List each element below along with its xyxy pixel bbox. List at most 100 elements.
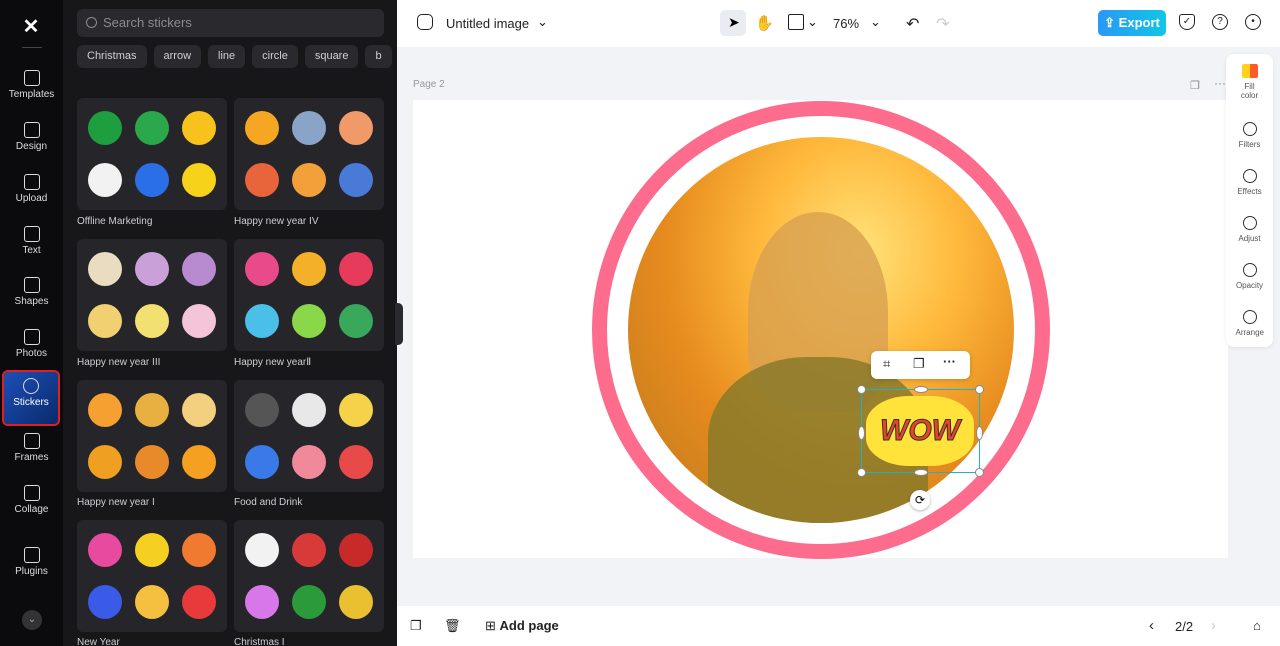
sticker-thumbnail[interactable]: [339, 252, 374, 286]
select-tool-button[interactable]: ➤: [720, 10, 746, 36]
sticker-pack-card[interactable]: [234, 98, 384, 210]
sticker-thumbnail[interactable]: [291, 393, 326, 427]
sticker-thumbnail[interactable]: [134, 111, 169, 145]
sticker-thumbnail[interactable]: [291, 111, 326, 145]
tool-opacity[interactable]: Opacity: [1226, 263, 1273, 290]
previous-page-icon[interactable]: ‹: [1149, 617, 1154, 634]
sticker-thumbnail[interactable]: [87, 304, 122, 338]
cloud-icon[interactable]: [417, 14, 433, 30]
tool-arrange[interactable]: Arrange: [1226, 310, 1273, 337]
sticker-thumbnail[interactable]: [339, 111, 374, 145]
sticker-thumbnail[interactable]: [87, 585, 122, 619]
tool-fill-color[interactable]: Fill color: [1226, 64, 1273, 100]
resize-handle[interactable]: [914, 386, 928, 393]
sticker-thumbnail[interactable]: [339, 393, 374, 427]
sticker-thumbnail[interactable]: [87, 163, 122, 197]
sidebar-item-design[interactable]: Design: [4, 116, 59, 164]
sticker-thumbnail[interactable]: [244, 585, 279, 619]
rotate-handle-icon[interactable]: ⟳: [910, 490, 930, 510]
sidebar-item-shapes[interactable]: Shapes: [4, 271, 59, 319]
sticker-thumbnail[interactable]: [182, 585, 217, 619]
resize-handle[interactable]: [975, 385, 984, 394]
sticker-thumbnail[interactable]: [244, 445, 279, 479]
sticker-thumbnail[interactable]: [244, 252, 279, 286]
resize-handle[interactable]: [857, 385, 866, 394]
sticker-thumbnail[interactable]: [244, 533, 279, 567]
settings-icon[interactable]: •: [1245, 14, 1261, 30]
sticker-thumbnail[interactable]: [182, 252, 217, 286]
sidebar-item-text[interactable]: Text: [4, 220, 59, 268]
sticker-thumbnail[interactable]: [339, 304, 374, 338]
sticker-thumbnail[interactable]: [339, 533, 374, 567]
sticker-thumbnail[interactable]: [87, 393, 122, 427]
tool-adjust[interactable]: Adjust: [1226, 216, 1273, 243]
next-page-icon[interactable]: ›: [1211, 617, 1216, 634]
sticker-thumbnail[interactable]: [134, 393, 169, 427]
shield-icon[interactable]: ✓: [1179, 14, 1195, 30]
sticker-thumbnail[interactable]: [182, 304, 217, 338]
sticker-thumbnail[interactable]: [134, 585, 169, 619]
more-icon[interactable]: ···: [1214, 76, 1226, 90]
delete-icon[interactable]: 🗑: [444, 618, 461, 634]
help-icon[interactable]: ?: [1212, 14, 1228, 30]
sticker-thumbnail[interactable]: [134, 445, 169, 479]
chevron-down-icon[interactable]: ⌄: [537, 14, 548, 30]
sidebar-item-photos[interactable]: Photos: [4, 323, 59, 371]
undo-icon[interactable]: ↶: [906, 14, 919, 34]
sticker-thumbnail[interactable]: [291, 533, 326, 567]
chip-b[interactable]: b: [365, 45, 392, 68]
chip-square[interactable]: square: [304, 45, 359, 68]
sticker-pack-card[interactable]: [234, 380, 384, 492]
sticker-thumbnail[interactable]: [291, 163, 326, 197]
redo-icon[interactable]: ↷: [936, 14, 949, 34]
zoom-level[interactable]: 76%: [833, 16, 859, 31]
chevron-down-icon[interactable]: ⌄: [807, 14, 818, 30]
sticker-pack-card[interactable]: [234, 239, 384, 351]
hand-tool-icon[interactable]: ✋: [755, 14, 774, 32]
export-button[interactable]: ⇪ Export: [1098, 10, 1166, 36]
sticker-thumbnail[interactable]: [244, 393, 279, 427]
sidebar-item-templates[interactable]: Templates: [4, 64, 59, 112]
chip-line[interactable]: line: [208, 45, 246, 68]
sticker-thumbnail[interactable]: [291, 304, 326, 338]
sidebar-item-collage[interactable]: Collage: [4, 479, 59, 527]
resize-handle[interactable]: [976, 426, 983, 440]
duplicate-page-icon[interactable]: ❐: [410, 618, 422, 634]
sticker-thumbnail[interactable]: [244, 163, 279, 197]
resize-handle[interactable]: [975, 468, 984, 477]
sticker-thumbnail[interactable]: [87, 111, 122, 145]
tool-effects[interactable]: Effects: [1226, 169, 1273, 196]
pages-panel-icon[interactable]: ⌂: [1253, 618, 1261, 633]
sticker-thumbnail[interactable]: [339, 585, 374, 619]
collapse-panel-handle[interactable]: [395, 303, 403, 345]
sidebar-item-stickers[interactable]: Stickers: [2, 370, 60, 426]
selected-sticker[interactable]: WOW: [857, 385, 984, 477]
chip-circle[interactable]: circle: [252, 45, 298, 68]
sticker-thumbnail[interactable]: [87, 252, 122, 286]
sticker-thumbnail[interactable]: [87, 445, 122, 479]
duplicate-page-icon[interactable]: ❐: [1190, 79, 1200, 92]
sticker-thumbnail[interactable]: [244, 304, 279, 338]
sticker-thumbnail[interactable]: [339, 445, 374, 479]
sticker-thumbnail[interactable]: [182, 445, 217, 479]
sticker-thumbnail[interactable]: [244, 111, 279, 145]
more-icon[interactable]: ···: [943, 354, 956, 369]
resize-handle[interactable]: [858, 426, 865, 440]
tool-filters[interactable]: Filters: [1226, 122, 1273, 149]
chip-Christmas[interactable]: Christmas: [77, 45, 147, 68]
sticker-thumbnail[interactable]: [87, 533, 122, 567]
resize-handle[interactable]: [857, 468, 866, 477]
sticker-thumbnail[interactable]: [134, 163, 169, 197]
sticker-thumbnail[interactable]: [182, 111, 217, 145]
sidebar-item-plugins[interactable]: Plugins: [4, 541, 59, 589]
expand-chevron-icon[interactable]: ⌄: [22, 610, 42, 630]
sticker-thumbnail[interactable]: [182, 393, 217, 427]
sticker-thumbnail[interactable]: [182, 533, 217, 567]
sticker-thumbnail[interactable]: [134, 252, 169, 286]
sticker-pack-card[interactable]: [77, 520, 227, 632]
duplicate-icon[interactable]: ❐: [913, 356, 925, 372]
sticker-thumbnail[interactable]: [134, 304, 169, 338]
sticker-pack-card[interactable]: [77, 98, 227, 210]
sticker-thumbnail[interactable]: [291, 445, 326, 479]
sticker-pack-card[interactable]: [77, 380, 227, 492]
